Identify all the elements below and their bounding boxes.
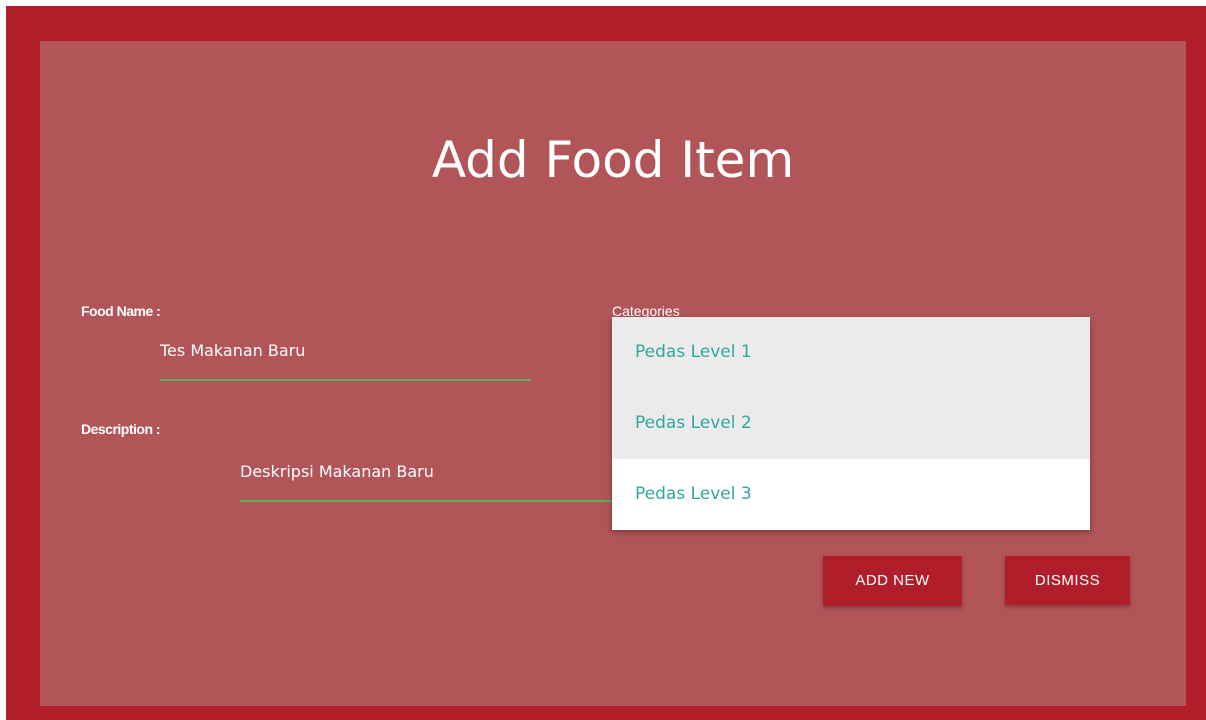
category-option-pedas-level-2[interactable]: Pedas Level 2: [612, 388, 1090, 459]
description-label: Description :: [81, 421, 161, 437]
dismiss-button[interactable]: DISMISS: [1005, 556, 1130, 605]
add-new-button[interactable]: ADD NEW: [823, 556, 962, 606]
food-name-label: Food Name :: [81, 303, 161, 319]
food-name-input[interactable]: [160, 338, 531, 381]
categories-dropdown[interactable]: Pedas Level 1 Pedas Level 2 Pedas Level …: [612, 317, 1090, 530]
category-option-pedas-level-1[interactable]: Pedas Level 1: [612, 317, 1090, 388]
page-title: Add Food Item: [431, 131, 795, 189]
description-input[interactable]: [240, 458, 620, 502]
category-option-pedas-level-3[interactable]: Pedas Level 3: [612, 459, 1090, 530]
